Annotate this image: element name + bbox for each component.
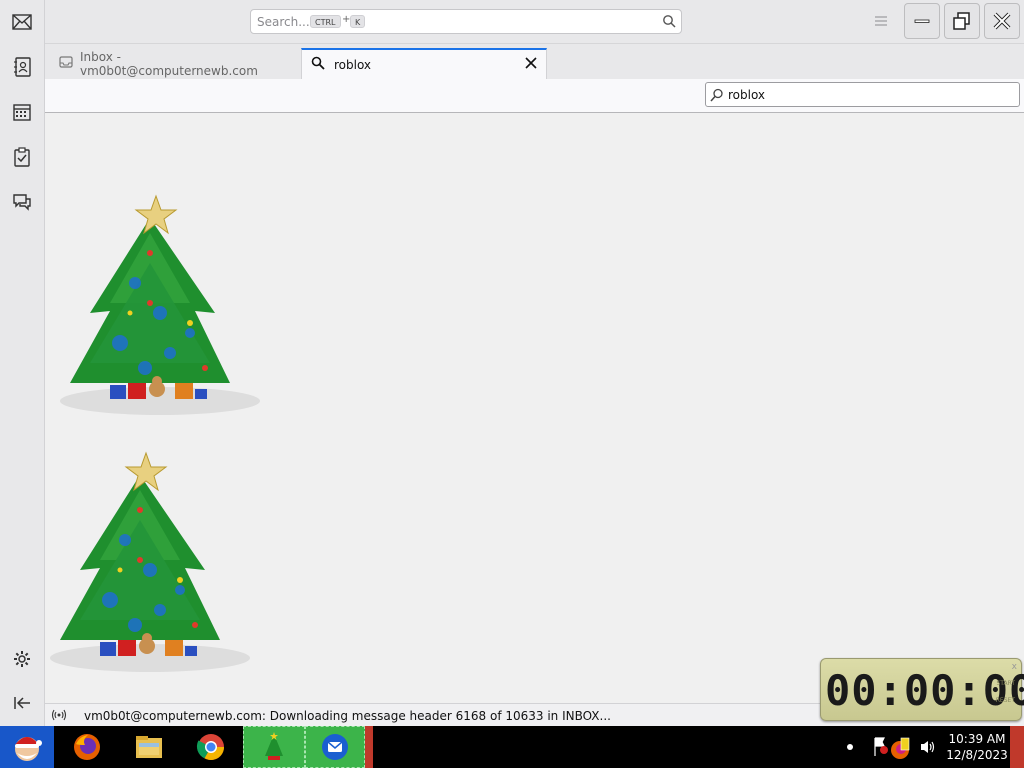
close-window-button[interactable] [984,3,1020,39]
stopwatch-widget[interactable]: x 00:00:00 START RESET [820,658,1024,721]
close-tab-icon[interactable] [524,56,538,70]
quick-filter-input[interactable]: roblox [705,82,1020,107]
status-text: vm0b0t@computernewb.com: Downloading mes… [84,709,611,723]
tasks-icon[interactable] [10,145,34,169]
christmas-tree-image [50,451,250,672]
volume-icon[interactable] [918,726,938,768]
reset-button[interactable]: RESET [996,697,1015,704]
k-key-hint: K [350,15,366,28]
calendar-icon[interactable] [10,100,34,124]
settings-icon[interactable] [10,647,34,671]
tab-label: Inbox - vm0b0t@computernewb.com [80,49,258,78]
title-bar: Search... CTRL + K [0,0,1024,44]
start-button[interactable]: START [996,680,1015,687]
chrome-taskbar-icon[interactable] [190,726,232,768]
tab-label: roblox [334,57,372,72]
clock-time: 10:39 AM [948,732,1006,746]
file-explorer-taskbar-icon[interactable] [128,726,170,768]
thunderbird-taskbar-icon[interactable] [305,726,365,768]
minimize-button[interactable] [904,3,940,39]
app-menu-icon[interactable] [872,12,890,30]
search-icon[interactable] [662,14,676,31]
search-toolbar: roblox [45,79,1024,113]
inbox-icon [59,55,73,72]
tab-strip: Inbox - vm0b0t@computernewb.com roblox [45,44,1024,79]
restore-button[interactable] [944,3,980,39]
quick-filter-value: roblox [728,88,766,102]
taskbar-divider [365,726,373,768]
christmas-tree-taskbar-icon[interactable] [243,726,305,768]
clock-date: 12/8/2023 [946,748,1008,762]
tray-notification-icons[interactable] [870,726,914,768]
search-icon [710,88,724,105]
mail-icon[interactable] [10,10,34,34]
santa-icon [15,737,42,761]
show-desktop-button[interactable] [1010,726,1024,768]
tab-inbox[interactable]: Inbox - vm0b0t@computernewb.com [50,48,298,79]
tray-dot-icon[interactable] [842,726,858,768]
taskbar: 10:39 AM 12/8/2023 [0,726,1024,768]
collapse-icon[interactable] [10,691,34,715]
chat-icon[interactable] [10,190,34,214]
search-results-pane [45,113,1024,703]
search-placeholder: Search... [257,15,310,29]
search-icon [311,56,325,73]
firefox-taskbar-icon[interactable] [66,726,108,768]
global-search-field[interactable]: Search... CTRL + K [250,9,682,34]
taskbar-clock[interactable]: 10:39 AM 12/8/2023 [944,731,1010,763]
start-button[interactable] [0,726,54,768]
tab-search-results[interactable]: roblox [301,48,547,79]
address-book-icon[interactable] [10,55,34,79]
ctrl-key-hint: CTRL [310,15,341,28]
timer-display: 00:00:00 [825,666,1024,715]
broadcast-icon[interactable] [51,709,67,724]
spaces-toolbar [0,0,45,726]
christmas-tree-image [60,194,260,415]
